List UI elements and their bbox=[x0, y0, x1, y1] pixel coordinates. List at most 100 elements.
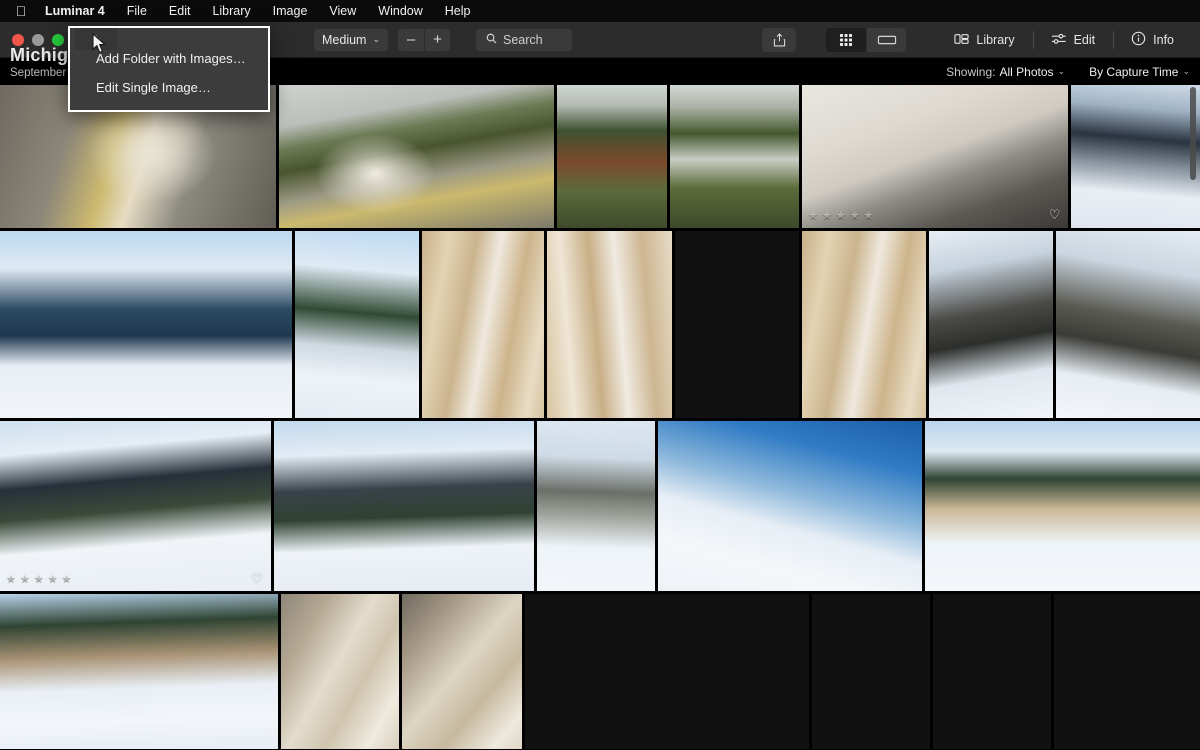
photo-golden-bud[interactable] bbox=[1054, 594, 1200, 749]
favorite-heart-icon[interactable]: ♡ bbox=[251, 570, 263, 586]
menu-item-help[interactable]: Help bbox=[434, 0, 482, 22]
view-mode-toggle[interactable] bbox=[826, 28, 906, 52]
photo-snow-statue[interactable] bbox=[1071, 85, 1200, 228]
arrow-cursor-icon bbox=[92, 33, 107, 59]
window-traffic-lights bbox=[0, 34, 70, 46]
star-icon[interactable]: ★ bbox=[62, 572, 73, 585]
photo-snowy-grass-a[interactable] bbox=[422, 231, 544, 418]
tab-edit-label: Edit bbox=[1074, 33, 1096, 47]
photo-thumbnail bbox=[281, 594, 399, 749]
photo-horse-sculpture-b[interactable] bbox=[274, 421, 535, 591]
photo-thumbnail bbox=[557, 85, 668, 228]
photo-blurred-grass-a[interactable] bbox=[281, 594, 399, 749]
photo-snowy-creek-b[interactable] bbox=[1056, 231, 1200, 418]
showing-label: Showing: bbox=[946, 65, 995, 79]
rating-stars[interactable]: ★★★★★ bbox=[808, 209, 874, 222]
library-icon bbox=[954, 32, 969, 49]
photo-snow-creek-trees[interactable] bbox=[925, 421, 1200, 591]
zoom-button[interactable] bbox=[52, 34, 64, 46]
menu-item-edit[interactable]: Edit bbox=[158, 0, 202, 22]
zoom-in-button[interactable]: + bbox=[424, 29, 450, 51]
star-icon[interactable]: ★ bbox=[6, 572, 17, 585]
minimize-button[interactable] bbox=[32, 34, 44, 46]
favorite-heart-icon[interactable]: ♡ bbox=[1049, 207, 1061, 223]
showing-filter-select[interactable]: Showing: All Photos ⌄ bbox=[946, 65, 1065, 79]
search-input[interactable]: Search bbox=[476, 29, 572, 51]
subheader-controls: Showing: All Photos ⌄ By Capture Time ⌄ bbox=[946, 58, 1190, 85]
photo-forest-river[interactable] bbox=[670, 85, 799, 228]
grid-view-icon[interactable] bbox=[826, 28, 866, 52]
menu-item-library[interactable]: Library bbox=[201, 0, 261, 22]
star-icon[interactable]: ★ bbox=[850, 209, 861, 222]
star-icon[interactable]: ★ bbox=[864, 209, 875, 222]
photo-snowy-path[interactable] bbox=[295, 231, 419, 418]
menu-item-edit-single-image[interactable]: Edit Single Image… bbox=[70, 73, 268, 102]
photo-river-waterfall[interactable] bbox=[279, 85, 553, 228]
star-icon[interactable]: ★ bbox=[836, 209, 847, 222]
star-icon[interactable]: ★ bbox=[808, 209, 819, 222]
rating-stars[interactable]: ★★★★★ bbox=[6, 572, 72, 585]
vertical-scrollbar[interactable] bbox=[1190, 87, 1196, 180]
photo-blurred-grass-b[interactable] bbox=[402, 594, 522, 749]
showing-value: All Photos bbox=[1000, 65, 1054, 79]
menu-item-view[interactable]: View bbox=[318, 0, 367, 22]
photo-thumbnail bbox=[279, 85, 553, 228]
menu-item-luminar-4[interactable]: Luminar 4 bbox=[34, 0, 116, 22]
tab-info-label: Info bbox=[1153, 33, 1174, 47]
toolbar-right-group: Library Edit bbox=[762, 22, 1200, 58]
photo-snow-bud-e[interactable] bbox=[933, 594, 1051, 749]
photo-glass-building-snow[interactable] bbox=[0, 231, 292, 418]
sort-order-select[interactable]: By Capture Time ⌄ bbox=[1089, 65, 1190, 79]
luminar-app-window:  Luminar 4 File Edit Library Image View… bbox=[0, 0, 1200, 750]
photo-thumbnail bbox=[402, 594, 522, 749]
photo-grid-row: ★★★★★♡ bbox=[0, 421, 1200, 591]
photo-blue-sky-pines[interactable] bbox=[658, 421, 923, 591]
thumbnail-zoom-stepper[interactable]: – + bbox=[398, 29, 450, 51]
menu-item-window[interactable]: Window bbox=[367, 0, 433, 22]
star-icon[interactable]: ★ bbox=[822, 209, 833, 222]
photo-thumbnail bbox=[802, 85, 1068, 228]
photo-thumbnail bbox=[933, 594, 1051, 749]
photo-thumbnail bbox=[670, 85, 799, 228]
photo-grid-row bbox=[0, 231, 1200, 418]
photo-grid-row bbox=[0, 594, 1200, 749]
photo-snow-bud-d[interactable] bbox=[812, 594, 930, 749]
photo-museum-ear-sculpture[interactable]: ★★★★★♡ bbox=[802, 85, 1068, 228]
photo-thumbnail bbox=[929, 231, 1053, 418]
thumbnail-size-select[interactable]: Medium ⌄ bbox=[314, 29, 388, 51]
photo-thumbnail bbox=[525, 594, 809, 749]
sliders-icon bbox=[1051, 32, 1067, 49]
photo-horse-sculpture-a[interactable]: ★★★★★♡ bbox=[0, 421, 271, 591]
tab-info[interactable]: Info bbox=[1113, 28, 1192, 52]
photo-thumbnail bbox=[295, 231, 419, 418]
chevron-down-icon: ⌄ bbox=[372, 34, 380, 45]
menu-item-image[interactable]: Image bbox=[262, 0, 319, 22]
photo-autumn-forest[interactable] bbox=[557, 85, 668, 228]
photo-snow-bud-closeup[interactable] bbox=[675, 231, 799, 418]
photo-thumbnail bbox=[537, 421, 654, 591]
info-circle-icon bbox=[1131, 31, 1146, 49]
tab-library[interactable]: Library bbox=[936, 28, 1032, 52]
workspace-mode-tabs: Library Edit bbox=[936, 28, 1192, 52]
zoom-out-button[interactable]: – bbox=[398, 29, 424, 51]
star-icon[interactable]: ★ bbox=[48, 572, 59, 585]
app-window-body: + Medium ⌄ – + Search bbox=[0, 22, 1200, 750]
photo-snow-buds-sky[interactable] bbox=[525, 594, 809, 749]
apple-logo-icon[interactable]:  bbox=[8, 4, 34, 18]
photo-snow-trail-trees[interactable] bbox=[0, 594, 278, 749]
photo-snowy-grass-b[interactable] bbox=[547, 231, 671, 418]
share-button[interactable] bbox=[762, 28, 796, 52]
photo-thumbnail bbox=[1056, 231, 1200, 418]
close-button[interactable] bbox=[12, 34, 24, 46]
single-view-icon[interactable] bbox=[866, 28, 906, 52]
photo-birch-trees-snow[interactable] bbox=[537, 421, 654, 591]
photo-snowy-grass-c[interactable] bbox=[802, 231, 926, 418]
star-icon[interactable]: ★ bbox=[34, 572, 45, 585]
photo-thumbnail bbox=[1071, 85, 1200, 228]
photo-snowy-creek-a[interactable] bbox=[929, 231, 1053, 418]
photo-thumbnail bbox=[422, 231, 544, 418]
star-icon[interactable]: ★ bbox=[20, 572, 31, 585]
photo-thumbnail bbox=[547, 231, 671, 418]
tab-edit[interactable]: Edit bbox=[1033, 28, 1114, 52]
menu-item-file[interactable]: File bbox=[116, 0, 158, 22]
